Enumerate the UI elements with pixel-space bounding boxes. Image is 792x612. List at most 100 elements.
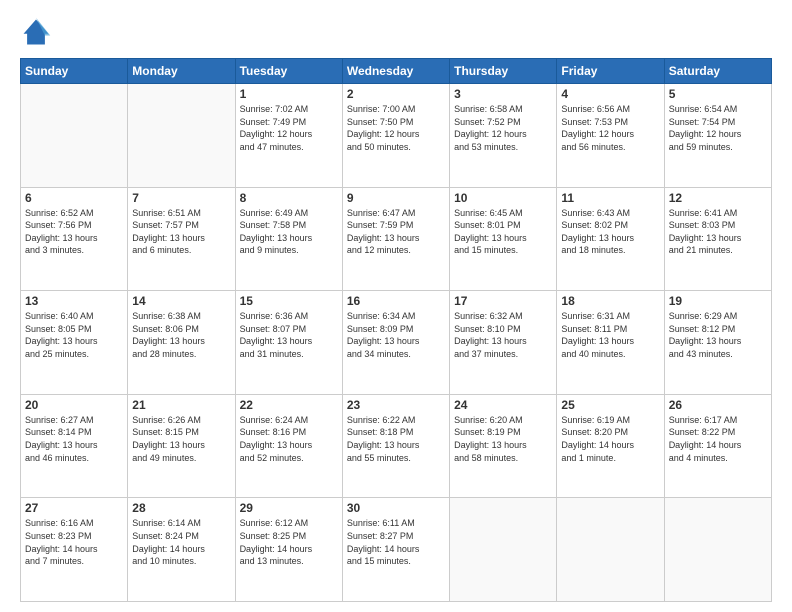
calendar-cell: 5 Sunrise: 6:54 AM Sunset: 7:54 PM Daylig… — [664, 84, 771, 188]
weekday-header: Monday — [128, 59, 235, 84]
day-number: 2 — [347, 87, 445, 101]
calendar-cell: 22 Sunrise: 6:24 AM Sunset: 8:16 PM Dayli… — [235, 394, 342, 498]
calendar-cell: 9 Sunrise: 6:47 AM Sunset: 7:59 PM Daylig… — [342, 187, 449, 291]
calendar-week-row: 20 Sunrise: 6:27 AM Sunset: 8:14 PM Dayli… — [21, 394, 772, 498]
day-number: 23 — [347, 398, 445, 412]
day-info: Sunrise: 6:22 AM Sunset: 8:18 PM Dayligh… — [347, 414, 445, 464]
day-info: Sunrise: 6:40 AM Sunset: 8:05 PM Dayligh… — [25, 310, 123, 360]
calendar-cell: 17 Sunrise: 6:32 AM Sunset: 8:10 PM Dayli… — [450, 291, 557, 395]
day-number: 10 — [454, 191, 552, 205]
day-info: Sunrise: 7:00 AM Sunset: 7:50 PM Dayligh… — [347, 103, 445, 153]
day-info: Sunrise: 6:52 AM Sunset: 7:56 PM Dayligh… — [25, 207, 123, 257]
calendar-cell: 30 Sunrise: 6:11 AM Sunset: 8:27 PM Dayli… — [342, 498, 449, 602]
day-number: 22 — [240, 398, 338, 412]
day-number: 30 — [347, 501, 445, 515]
calendar-cell: 12Sunrise: 6:41 AM Sunset: 8:03 PM Dayli… — [664, 187, 771, 291]
day-number: 7 — [132, 191, 230, 205]
calendar-cell: 2 Sunrise: 7:00 AM Sunset: 7:50 PM Daylig… — [342, 84, 449, 188]
day-number: 24 — [454, 398, 552, 412]
day-number: 9 — [347, 191, 445, 205]
day-number: 3 — [454, 87, 552, 101]
day-info: Sunrise: 6:51 AM Sunset: 7:57 PM Dayligh… — [132, 207, 230, 257]
calendar-cell: 18 Sunrise: 6:31 AM Sunset: 8:11 PM Dayli… — [557, 291, 664, 395]
calendar-cell — [21, 84, 128, 188]
calendar-cell: 3 Sunrise: 6:58 AM Sunset: 7:52 PM Daylig… — [450, 84, 557, 188]
calendar-cell: 4 Sunrise: 6:56 AM Sunset: 7:53 PM Daylig… — [557, 84, 664, 188]
day-info: Sunrise: 6:20 AM Sunset: 8:19 PM Dayligh… — [454, 414, 552, 464]
calendar-cell: 8Sunrise: 6:49 AM Sunset: 7:58 PM Daylig… — [235, 187, 342, 291]
day-info: Sunrise: 6:36 AM Sunset: 8:07 PM Dayligh… — [240, 310, 338, 360]
calendar-cell: 16Sunrise: 6:34 AM Sunset: 8:09 PM Dayli… — [342, 291, 449, 395]
day-number: 28 — [132, 501, 230, 515]
page: SundayMondayTuesdayWednesdayThursdayFrid… — [0, 0, 792, 612]
day-number: 4 — [561, 87, 659, 101]
day-info: Sunrise: 6:16 AM Sunset: 8:23 PM Dayligh… — [25, 517, 123, 567]
day-info: Sunrise: 6:12 AM Sunset: 8:25 PM Dayligh… — [240, 517, 338, 567]
day-number: 5 — [669, 87, 767, 101]
day-info: Sunrise: 6:26 AM Sunset: 8:15 PM Dayligh… — [132, 414, 230, 464]
calendar-cell: 27 Sunrise: 6:16 AM Sunset: 8:23 PM Dayli… — [21, 498, 128, 602]
calendar-cell: 11 Sunrise: 6:43 AM Sunset: 8:02 PM Dayli… — [557, 187, 664, 291]
day-info: Sunrise: 6:32 AM Sunset: 8:10 PM Dayligh… — [454, 310, 552, 360]
day-info: Sunrise: 6:29 AM Sunset: 8:12 PM Dayligh… — [669, 310, 767, 360]
day-info: Sunrise: 6:11 AM Sunset: 8:27 PM Dayligh… — [347, 517, 445, 567]
weekday-header: Tuesday — [235, 59, 342, 84]
day-number: 15 — [240, 294, 338, 308]
day-info: Sunrise: 6:45 AM Sunset: 8:01 PM Dayligh… — [454, 207, 552, 257]
day-info: Sunrise: 6:14 AM Sunset: 8:24 PM Dayligh… — [132, 517, 230, 567]
day-info: Sunrise: 6:56 AM Sunset: 7:53 PM Dayligh… — [561, 103, 659, 153]
day-number: 25 — [561, 398, 659, 412]
day-info: Sunrise: 6:54 AM Sunset: 7:54 PM Dayligh… — [669, 103, 767, 153]
day-info: Sunrise: 6:31 AM Sunset: 8:11 PM Dayligh… — [561, 310, 659, 360]
weekday-header: Friday — [557, 59, 664, 84]
day-info: Sunrise: 6:58 AM Sunset: 7:52 PM Dayligh… — [454, 103, 552, 153]
weekday-header: Sunday — [21, 59, 128, 84]
day-info: Sunrise: 6:41 AM Sunset: 8:03 PM Dayligh… — [669, 207, 767, 257]
calendar-cell: 20 Sunrise: 6:27 AM Sunset: 8:14 PM Dayli… — [21, 394, 128, 498]
logo — [20, 16, 58, 48]
day-info: Sunrise: 6:27 AM Sunset: 8:14 PM Dayligh… — [25, 414, 123, 464]
calendar-cell: 6 Sunrise: 6:52 AM Sunset: 7:56 PM Daylig… — [21, 187, 128, 291]
day-info: Sunrise: 6:49 AM Sunset: 7:58 PM Dayligh… — [240, 207, 338, 257]
calendar-cell: 21 Sunrise: 6:26 AM Sunset: 8:15 PM Dayli… — [128, 394, 235, 498]
calendar-cell — [557, 498, 664, 602]
day-number: 19 — [669, 294, 767, 308]
calendar-cell: 28 Sunrise: 6:14 AM Sunset: 8:24 PM Dayli… — [128, 498, 235, 602]
calendar-cell: 19 Sunrise: 6:29 AM Sunset: 8:12 PM Dayli… — [664, 291, 771, 395]
day-info: Sunrise: 6:19 AM Sunset: 8:20 PM Dayligh… — [561, 414, 659, 464]
day-number: 21 — [132, 398, 230, 412]
calendar-cell: 14Sunrise: 6:38 AM Sunset: 8:06 PM Dayli… — [128, 291, 235, 395]
day-info: Sunrise: 6:24 AM Sunset: 8:16 PM Dayligh… — [240, 414, 338, 464]
logo-icon — [20, 16, 52, 48]
calendar-cell — [664, 498, 771, 602]
day-info: Sunrise: 7:02 AM Sunset: 7:49 PM Dayligh… — [240, 103, 338, 153]
calendar-cell: 24 Sunrise: 6:20 AM Sunset: 8:19 PM Dayli… — [450, 394, 557, 498]
day-number: 17 — [454, 294, 552, 308]
calendar-cell: 15 Sunrise: 6:36 AM Sunset: 8:07 PM Dayli… — [235, 291, 342, 395]
day-info: Sunrise: 6:47 AM Sunset: 7:59 PM Dayligh… — [347, 207, 445, 257]
calendar-cell: 1Sunrise: 7:02 AM Sunset: 7:49 PM Daylig… — [235, 84, 342, 188]
header — [20, 16, 772, 48]
day-info: Sunrise: 6:43 AM Sunset: 8:02 PM Dayligh… — [561, 207, 659, 257]
day-number: 18 — [561, 294, 659, 308]
calendar-cell: 29 Sunrise: 6:12 AM Sunset: 8:25 PM Dayli… — [235, 498, 342, 602]
calendar-cell — [128, 84, 235, 188]
day-info: Sunrise: 6:38 AM Sunset: 8:06 PM Dayligh… — [132, 310, 230, 360]
calendar-table: SundayMondayTuesdayWednesdayThursdayFrid… — [20, 58, 772, 602]
weekday-header: Wednesday — [342, 59, 449, 84]
calendar-week-row: 27 Sunrise: 6:16 AM Sunset: 8:23 PM Dayli… — [21, 498, 772, 602]
day-number: 20 — [25, 398, 123, 412]
calendar-cell: 25 Sunrise: 6:19 AM Sunset: 8:20 PM Dayli… — [557, 394, 664, 498]
calendar-cell: 13 Sunrise: 6:40 AM Sunset: 8:05 PM Dayli… — [21, 291, 128, 395]
calendar-cell: 10 Sunrise: 6:45 AM Sunset: 8:01 PM Dayli… — [450, 187, 557, 291]
day-number: 13 — [25, 294, 123, 308]
calendar-cell: 23 Sunrise: 6:22 AM Sunset: 8:18 PM Dayli… — [342, 394, 449, 498]
day-number: 11 — [561, 191, 659, 205]
day-number: 26 — [669, 398, 767, 412]
day-info: Sunrise: 6:34 AM Sunset: 8:09 PM Dayligh… — [347, 310, 445, 360]
day-number: 27 — [25, 501, 123, 515]
day-number: 29 — [240, 501, 338, 515]
calendar-cell: 26Sunrise: 6:17 AM Sunset: 8:22 PM Dayli… — [664, 394, 771, 498]
day-number: 6 — [25, 191, 123, 205]
calendar-week-row: 13 Sunrise: 6:40 AM Sunset: 8:05 PM Dayli… — [21, 291, 772, 395]
